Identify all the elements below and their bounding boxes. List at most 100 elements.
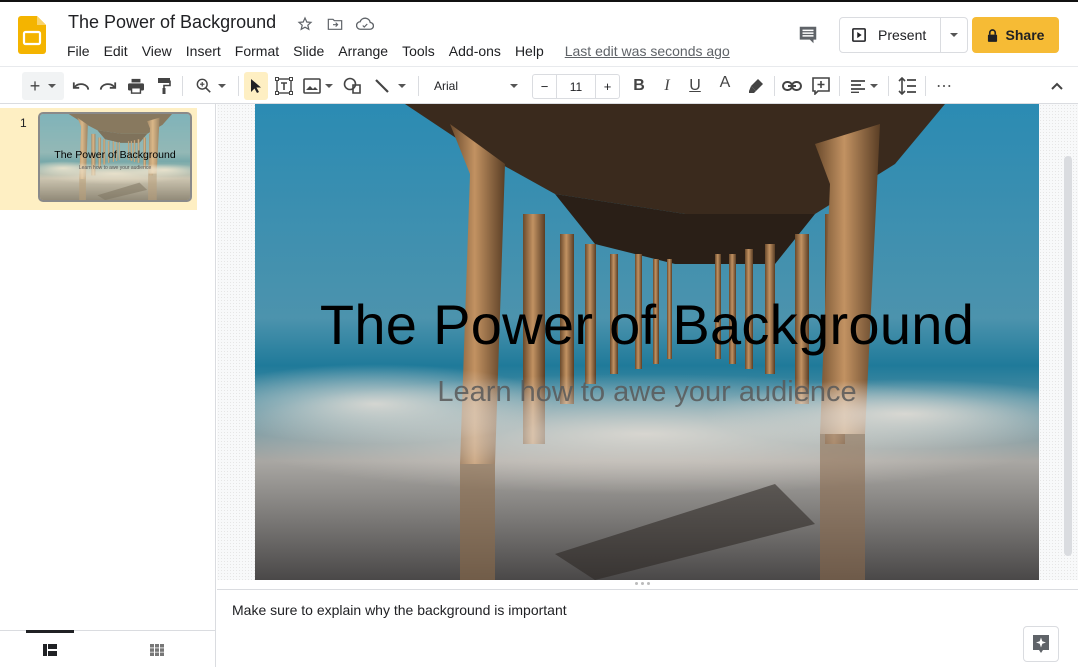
- present-options-dropdown[interactable]: [941, 18, 967, 52]
- menu-bar: File Edit View Insert Format Slide Arran…: [60, 41, 730, 61]
- collapse-toolbar-button[interactable]: [1046, 72, 1068, 100]
- filmstrip-view-tab[interactable]: [26, 630, 74, 667]
- present-button[interactable]: Present: [840, 18, 942, 52]
- filmstrip-view-icon: [43, 643, 57, 656]
- image-icon: [303, 78, 321, 94]
- present-icon: [852, 28, 866, 42]
- decrease-font-size-button[interactable]: −: [533, 75, 557, 98]
- chevron-up-icon: [1051, 82, 1063, 90]
- menu-insert[interactable]: Insert: [179, 41, 228, 61]
- view-mode-tabs: [0, 630, 216, 667]
- toolbar-divider: [839, 76, 840, 96]
- menu-help[interactable]: Help: [508, 41, 551, 61]
- text-box-button[interactable]: [273, 72, 295, 100]
- menu-add-ons[interactable]: Add-ons: [442, 41, 508, 61]
- font-size-input[interactable]: 11: [557, 75, 595, 98]
- share-button[interactable]: Share: [972, 17, 1059, 53]
- menu-edit[interactable]: Edit: [97, 41, 135, 61]
- font-size-stepper: − 11 +: [532, 74, 620, 99]
- undo-icon: [72, 82, 90, 90]
- redo-icon: [99, 82, 117, 90]
- google-slides-app: The Power of Background File Edit View I…: [0, 0, 1078, 667]
- slide-number: 1: [20, 116, 27, 130]
- align-button[interactable]: [846, 72, 882, 100]
- slide-thumbnail-row[interactable]: 1 The Power of Background Learn how to a…: [0, 108, 197, 210]
- bold-button[interactable]: B: [628, 72, 650, 100]
- speaker-notes-panel[interactable]: Make sure to explain why the background …: [217, 591, 1078, 667]
- increase-font-size-button[interactable]: +: [595, 75, 619, 98]
- present-button-group: Present: [839, 17, 969, 53]
- paint-format-icon: [158, 78, 171, 94]
- chevron-down-icon: [950, 33, 959, 37]
- present-label: Present: [878, 27, 927, 43]
- print-icon: [128, 78, 144, 94]
- italic-button[interactable]: I: [656, 72, 678, 100]
- slide[interactable]: The Power of Background Learn how to awe…: [255, 104, 1039, 580]
- speaker-notes-text[interactable]: Make sure to explain why the background …: [232, 602, 567, 618]
- chevron-down-icon: [398, 84, 406, 88]
- toolbar-divider: [888, 76, 889, 96]
- menu-tools[interactable]: Tools: [395, 41, 442, 61]
- comment-icon: [799, 26, 817, 44]
- grid-view-tab[interactable]: [133, 631, 181, 667]
- toolbar-divider: [418, 76, 419, 96]
- insert-link-button[interactable]: [781, 72, 803, 100]
- slide-filmstrip: 1 The Power of Background Learn how to a…: [0, 104, 216, 667]
- slide-thumbnail[interactable]: The Power of Background Learn how to awe…: [38, 112, 192, 202]
- comments-button[interactable]: [797, 24, 821, 48]
- undo-button[interactable]: [70, 72, 92, 100]
- zoom-button[interactable]: [190, 72, 232, 100]
- redo-button[interactable]: [97, 72, 119, 100]
- highlight-color-button[interactable]: [745, 72, 767, 100]
- text-color-button[interactable]: A: [714, 69, 736, 97]
- cursor-arrow-icon: [251, 79, 261, 93]
- zoom-icon: [196, 78, 211, 93]
- chevron-down-icon: [48, 84, 57, 88]
- line-icon: [375, 79, 389, 93]
- header: The Power of Background File Edit View I…: [0, 0, 1078, 66]
- line-button[interactable]: [370, 72, 410, 100]
- explore-button[interactable]: [1023, 626, 1059, 662]
- text-box-icon: [275, 77, 293, 95]
- add-comment-button[interactable]: [810, 72, 832, 100]
- align-left-icon: [850, 80, 865, 93]
- chevron-down-icon: [510, 84, 518, 88]
- new-slide-button[interactable]: +: [22, 72, 64, 100]
- cloud-saved-icon[interactable]: [355, 14, 375, 34]
- line-spacing-button[interactable]: [896, 72, 918, 100]
- title-icons: [295, 14, 375, 34]
- last-edit-link[interactable]: Last edit was seconds ago: [565, 43, 730, 59]
- move-to-folder-icon[interactable]: [325, 14, 345, 34]
- add-comment-icon: [812, 77, 830, 95]
- select-tool-button[interactable]: [244, 72, 268, 100]
- toolbar-divider: [925, 76, 926, 96]
- toolbar-divider: [238, 76, 239, 96]
- chevron-down-icon: [325, 84, 333, 88]
- slide-title[interactable]: The Power of Background: [255, 292, 1039, 357]
- grid-view-icon: [150, 643, 164, 656]
- thumbnail-subtitle: Learn how to awe your audience: [78, 165, 152, 171]
- menu-format[interactable]: Format: [228, 41, 286, 61]
- paint-format-button[interactable]: [153, 72, 175, 100]
- highlighter-icon: [749, 79, 763, 93]
- shape-button[interactable]: [341, 72, 363, 100]
- notes-drag-handle-icon[interactable]: [635, 582, 650, 585]
- menu-arrange[interactable]: Arrange: [331, 41, 395, 61]
- menu-view[interactable]: View: [135, 41, 179, 61]
- menu-file[interactable]: File: [60, 41, 97, 61]
- font-family-select[interactable]: Arial: [428, 72, 524, 100]
- slides-logo-icon[interactable]: [18, 16, 46, 54]
- thumbnail-title: The Power of Background: [54, 149, 176, 161]
- document-title[interactable]: The Power of Background: [68, 12, 276, 33]
- underline-button[interactable]: U: [684, 72, 706, 100]
- star-icon[interactable]: [295, 14, 315, 34]
- slide-subtitle[interactable]: Learn how to awe your audience: [255, 376, 1039, 409]
- line-spacing-icon: [898, 77, 916, 95]
- vertical-scrollbar[interactable]: [1064, 156, 1072, 556]
- menu-slide[interactable]: Slide: [286, 41, 331, 61]
- link-icon: [782, 81, 802, 91]
- insert-image-button[interactable]: [300, 72, 336, 100]
- more-options-button[interactable]: ⋯: [933, 72, 955, 100]
- print-button[interactable]: [125, 72, 147, 100]
- toolbar-divider: [182, 76, 183, 96]
